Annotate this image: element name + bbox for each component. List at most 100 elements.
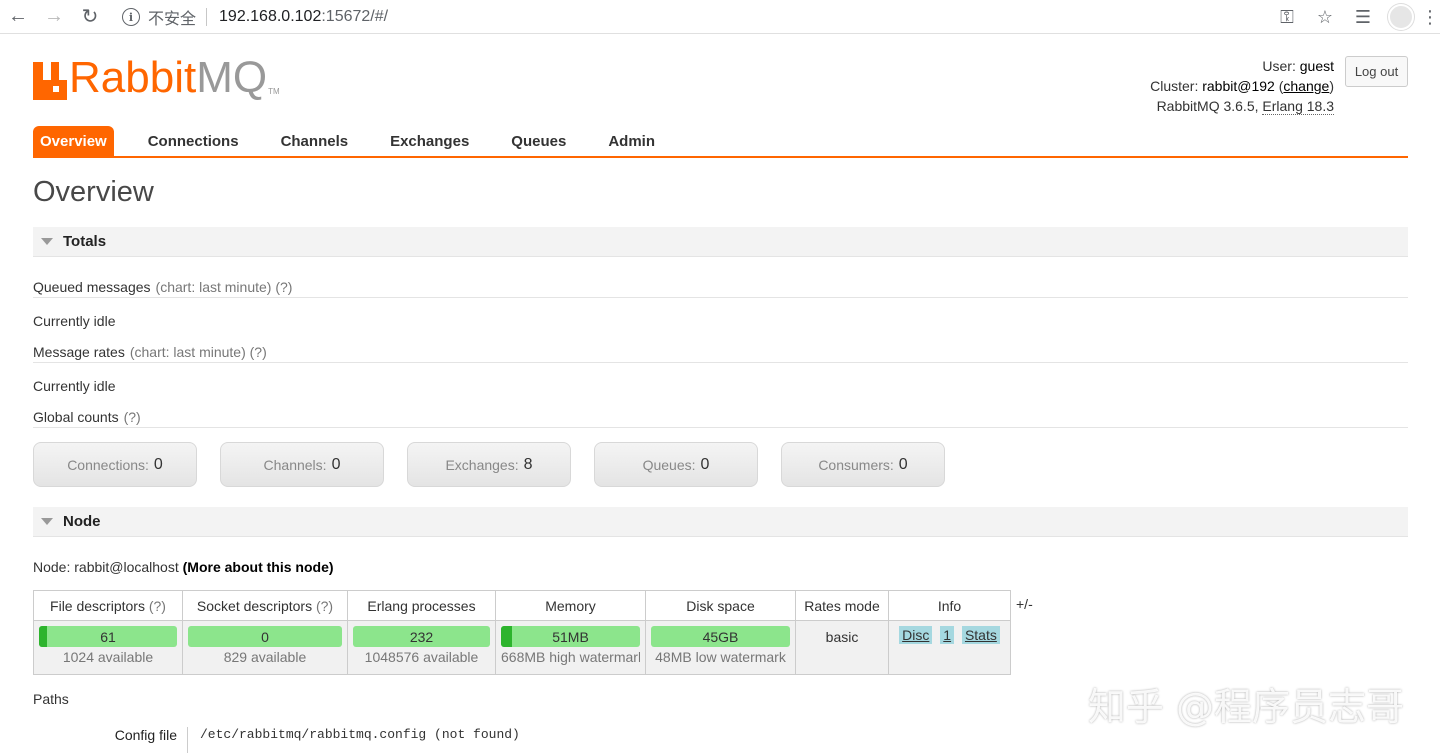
address-bar[interactable]: i 不安全 192.168.0.102:15672/#/ — [108, 3, 1248, 31]
user-label: User: — [1262, 58, 1296, 74]
count-label: Consumers: — [818, 456, 894, 473]
disk-space-cell: 45GB 48MB low watermark — [645, 620, 796, 675]
logo-text-rabbit: Rabbit — [69, 53, 197, 102]
more-vert-icon[interactable]: ⋮ — [1420, 0, 1440, 34]
info-icon[interactable]: i — [122, 8, 140, 26]
address-divider — [206, 8, 208, 26]
disk-space-header: Disk space — [645, 590, 796, 621]
memory-watermark: 668MB high watermark — [501, 649, 640, 665]
change-cluster-link[interactable]: change — [1283, 78, 1329, 94]
help-hint[interactable]: (?) — [316, 598, 333, 614]
file-descriptors-bar: 61 — [39, 626, 177, 647]
cluster-label: Cluster: — [1150, 78, 1199, 94]
erlang-processes-header: Erlang processes — [347, 590, 496, 621]
profile-avatar[interactable] — [1382, 0, 1420, 34]
global-counts-hint[interactable]: (?) — [124, 409, 141, 425]
count-value: 0 — [331, 455, 341, 473]
rates-mode-cell: basic — [795, 620, 889, 675]
disk-space-watermark: 48MB low watermark — [655, 649, 786, 665]
totals-section-toggle[interactable]: Totals — [33, 227, 1408, 257]
global-counts-label: Global counts (?) — [33, 397, 1408, 428]
version-text: RabbitMQ 3.6.5, — [1156, 98, 1259, 114]
erlang-version[interactable]: Erlang 18.3 — [1262, 98, 1334, 115]
erlang-processes-cell: 232 1048576 available — [347, 620, 496, 675]
column-label: Socket descriptors — [196, 597, 313, 614]
url-path: :15672/#/ — [321, 8, 389, 25]
user-info: User: guest Cluster: rabbit@192 (change)… — [1150, 58, 1334, 115]
count-label: Queues: — [642, 456, 696, 473]
node-name: Node: rabbit@localhost — [33, 559, 179, 575]
message-rates-hint[interactable]: (chart: last minute) (?) — [130, 344, 267, 360]
url-host: 192.168.0.102 — [219, 8, 322, 25]
file-descriptors-header: File descriptors (?) — [33, 590, 183, 621]
rabbitmq-logo[interactable]: RabbitMQ TM — [33, 56, 280, 100]
more-about-node-link[interactable]: (More about this node) — [183, 559, 334, 575]
tab-channels[interactable]: Channels — [260, 126, 370, 156]
main-tabs: Overview Connections Channels Exchanges … — [33, 126, 1408, 158]
socket-descriptors-cell: 0 829 available — [182, 620, 348, 675]
help-hint[interactable]: (?) — [149, 598, 166, 614]
node-stats-table: File descriptors (?) Socket descriptors … — [33, 590, 1038, 675]
bar-value: 0 — [261, 628, 269, 645]
message-rates-status: Currently idle — [33, 378, 116, 394]
totals-title: Totals — [63, 233, 107, 250]
key-icon[interactable]: ⚿ — [1268, 0, 1306, 34]
watermark: 知乎 @程序员志哥 — [1087, 685, 1404, 729]
queues-count-button[interactable]: Queues: 0 — [594, 442, 758, 487]
logo-trademark: TM — [268, 87, 280, 96]
star-icon[interactable]: ☆ — [1306, 0, 1344, 34]
exchanges-count-button[interactable]: Exchanges: 8 — [407, 442, 571, 487]
tab-connections[interactable]: Connections — [127, 126, 260, 156]
security-label: 不安全 — [148, 11, 197, 28]
tab-overview[interactable]: Overview — [33, 126, 114, 156]
rabbitmq-logo-mark-icon — [33, 62, 67, 100]
cluster-value: rabbit@192 — [1202, 78, 1275, 94]
memory-bar: 51MB — [501, 626, 640, 647]
erlang-processes-available: 1048576 available — [364, 649, 479, 665]
column-toggle[interactable]: +/- — [1010, 590, 1038, 675]
logout-button[interactable]: Log out — [1345, 56, 1408, 87]
global-counts-text: Global counts — [33, 409, 119, 425]
bar-fill — [39, 626, 48, 647]
forward-arrow-icon[interactable]: → — [36, 0, 72, 34]
avatar — [1388, 4, 1414, 30]
user-value: guest — [1299, 58, 1334, 74]
file-descriptors-cell: 61 1024 available — [33, 620, 183, 675]
back-arrow-icon[interactable]: ← — [0, 0, 36, 34]
info-header: Info — [888, 590, 1011, 621]
stats-badge[interactable]: Stats — [961, 626, 1000, 644]
queued-messages-hint[interactable]: (chart: last minute) (?) — [156, 279, 293, 295]
column-label: File descriptors — [50, 597, 145, 614]
management-page: RabbitMQ TM User: guest Cluster: rabbit@… — [33, 38, 1408, 753]
page-title: Overview — [33, 176, 154, 208]
count-label: Connections: — [67, 456, 149, 473]
tab-admin[interactable]: Admin — [587, 126, 676, 156]
header: RabbitMQ TM User: guest Cluster: rabbit@… — [33, 38, 1408, 126]
media-queue-icon[interactable]: ☰ — [1344, 0, 1382, 34]
bar-value: 51MB — [552, 628, 589, 645]
info-cell: Disc 1 Stats — [888, 620, 1011, 675]
channels-count-button[interactable]: Channels: 0 — [220, 442, 384, 487]
connections-count-button[interactable]: Connections: 0 — [33, 442, 197, 487]
tab-queues[interactable]: Queues — [490, 126, 587, 156]
bar-value: 45GB — [702, 628, 739, 645]
reload-icon[interactable]: ↻ — [72, 0, 108, 34]
consumers-count-button[interactable]: Consumers: 0 — [781, 442, 945, 487]
file-descriptors-available: 1024 available — [62, 649, 154, 665]
node-section-toggle[interactable]: Node — [33, 507, 1408, 537]
erlang-processes-bar: 232 — [353, 626, 490, 647]
bar-value: 61 — [100, 628, 116, 645]
disk-space-bar: 45GB — [651, 626, 790, 647]
message-rates-label: Message rates (chart: last minute) (?) — [33, 332, 1408, 363]
tab-exchanges[interactable]: Exchanges — [369, 126, 490, 156]
count-value: 8 — [523, 455, 533, 473]
disc-badge[interactable]: Disc — [899, 626, 933, 644]
queued-messages-status: Currently idle — [33, 313, 116, 329]
count-badge[interactable]: 1 — [940, 626, 955, 644]
count-label: Exchanges: — [445, 456, 519, 473]
logo-text-mq: MQ — [196, 53, 268, 102]
collapse-triangle-icon — [41, 238, 53, 245]
queued-messages-text: Queued messages — [33, 279, 151, 295]
count-value: 0 — [153, 455, 163, 473]
browser-toolbar: ← → ↻ i 不安全 192.168.0.102:15672/#/ ⚿ ☆ ☰… — [0, 0, 1440, 34]
